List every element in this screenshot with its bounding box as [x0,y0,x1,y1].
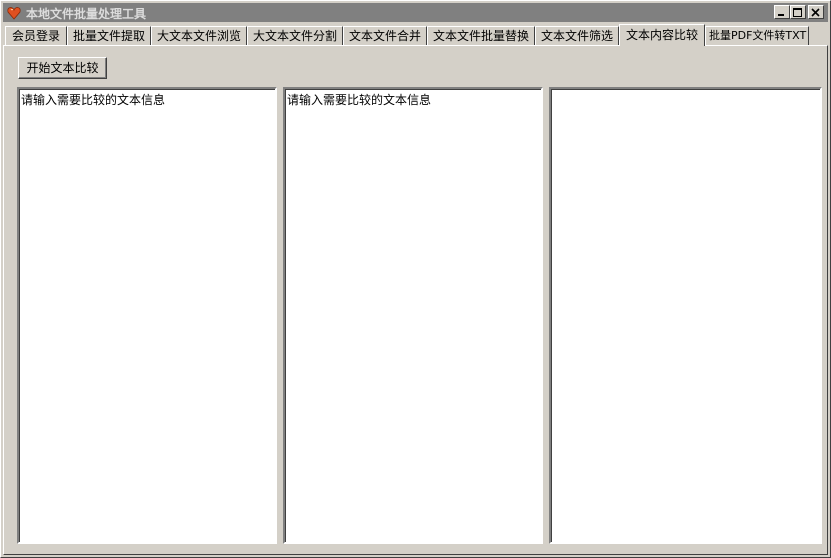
window-title: 本地文件批量处理工具 [26,7,147,21]
maximize-icon [793,8,802,17]
tab-text-compare[interactable]: 文本内容比较 [619,24,705,46]
tab-text-filter[interactable]: 文本文件筛选 [535,26,619,45]
start-compare-button[interactable]: 开始文本比较 [18,57,107,79]
app-window: 本地文件批量处理工具 会员登录 批量文件提取 大文本文件浏览 大文本文件分割 文… [0,0,831,558]
tab-pdf-to-txt[interactable]: 批量PDF文件转TXT [705,26,809,45]
maximize-button[interactable] [790,5,806,19]
text-input-a[interactable]: 请输入需要比较的文本信息 [17,87,277,544]
app-icon[interactable] [7,6,21,20]
tab-text-merge[interactable]: 文本文件合并 [343,26,427,45]
tab-batch-file-extract[interactable]: 批量文件提取 [67,26,151,45]
tab-large-text-split[interactable]: 大文本文件分割 [247,26,343,45]
minimize-button[interactable] [774,5,790,19]
tab-strip: 会员登录 批量文件提取 大文本文件浏览 大文本文件分割 文本文件合并 文本文件批… [3,24,830,46]
minimize-icon [778,14,784,16]
tab-large-text-browse[interactable]: 大文本文件浏览 [151,26,247,45]
tab-panel-text-compare: 开始文本比较 请输入需要比较的文本信息 请输入需要比较的文本信息 [3,45,828,555]
tab-member-login[interactable]: 会员登录 [5,26,67,45]
title-bar[interactable]: 本地文件批量处理工具 [3,3,828,22]
window-controls [774,5,826,20]
tab-text-batch-replace[interactable]: 文本文件批量替换 [427,26,535,45]
close-icon [811,8,820,17]
text-input-b[interactable]: 请输入需要比较的文本信息 [283,87,543,544]
close-button[interactable] [808,5,824,19]
compare-result-box[interactable] [549,87,822,544]
